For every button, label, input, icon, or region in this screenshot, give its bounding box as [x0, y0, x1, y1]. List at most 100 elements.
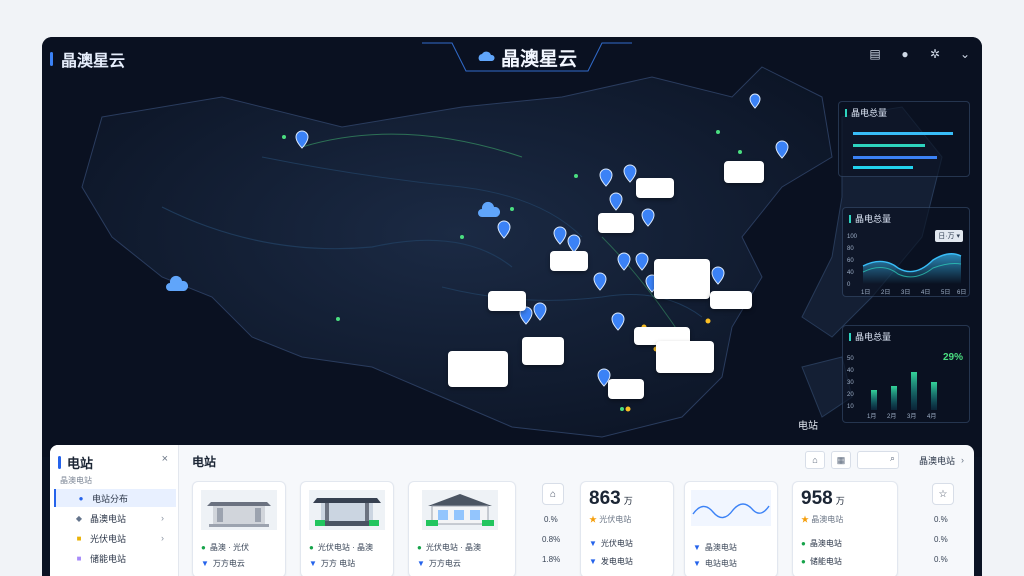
metric-value: 863	[589, 488, 621, 509]
china-map[interactable]	[42, 37, 982, 457]
leaf-icon: ●	[801, 539, 806, 548]
pin-icon: ▼	[309, 559, 317, 568]
svg-text:20: 20	[847, 392, 854, 398]
toolbar-link[interactable]: 晶澳电站	[919, 454, 955, 467]
mini-value: 1.8%	[542, 555, 561, 564]
map-station-card[interactable]	[488, 291, 526, 311]
brand-left-text: 晶澳星云	[61, 53, 126, 70]
pin-icon: ▼	[589, 539, 597, 548]
mini-value: 0.%	[934, 515, 948, 524]
svg-text:80: 80	[847, 246, 854, 252]
sidebar: 电站 × 晶澳电站 ● 电站分布 ◆ 晶澳电站 › ■ 光伏电站 › ■ 储能电…	[50, 445, 179, 576]
sidebar-item-distribution[interactable]: ● 电站分布	[54, 489, 176, 507]
mini-stats-1: ⌂ 0.% 0.8% 1.8%	[524, 481, 574, 576]
svg-text:1日: 1日	[861, 289, 870, 296]
station-card[interactable]: ● 光伏电站 · 晶澳 ▼ 万方 电站	[300, 481, 394, 576]
map-station-card[interactable]	[522, 337, 564, 365]
close-icon[interactable]: ×	[162, 453, 168, 465]
svg-text:60: 60	[847, 258, 854, 264]
svg-text:40: 40	[847, 270, 854, 276]
pin-icon: ▼	[693, 543, 701, 552]
cloud-logo-icon	[478, 51, 495, 61]
svg-text:4日: 4日	[921, 289, 930, 296]
home-icon[interactable]: ⌂	[542, 483, 564, 505]
sidebar-item-pv[interactable]: ■ 光伏电站 ›	[54, 529, 174, 547]
bar-chart: 50 40 30 20 10 1月 2月 3月 4月	[847, 356, 937, 420]
stats-panel-1: 晶电总量	[838, 101, 970, 177]
search-input[interactable]: ⌕	[856, 451, 899, 469]
svg-text:3日: 3日	[901, 289, 910, 296]
brand-left: 晶澳星云	[50, 47, 125, 71]
map-station-card[interactable]	[608, 379, 644, 399]
mini-value: 0.%	[934, 535, 948, 544]
star-icon: ★	[589, 515, 597, 524]
center-title-text: 晶澳星云	[500, 48, 577, 70]
trend-card[interactable]: ▼ 晶澳电站 ▼ 电站电站	[684, 481, 778, 576]
metric-card[interactable]: 958 万 ★ 晶澳电站 ● 晶澳电站 ● 储能电站	[792, 481, 898, 576]
main-title: 电站	[192, 455, 217, 469]
map-station-card[interactable]	[550, 251, 588, 271]
chevron-right-icon: ›	[961, 455, 964, 465]
station-card[interactable]: ● 光伏电站 · 晶澳 ▼ 万方电云	[408, 481, 516, 576]
stats-panel-2: 晶电总量 日·万 ▾ 100 80 60 40 0 1日 2日 3日 4日 5日 6日	[842, 207, 970, 297]
bottom-panel: 电站 × 晶澳电站 ● 电站分布 ◆ 晶澳电站 › ■ 光伏电站 › ■ 储能电…	[50, 445, 974, 576]
map-station-card[interactable]	[636, 178, 674, 198]
map-station-card[interactable]	[654, 259, 710, 299]
svg-text:40: 40	[847, 368, 854, 374]
doc-icon[interactable]: ▤	[868, 47, 882, 61]
map-station-card[interactable]	[710, 291, 752, 309]
pin-icon: ●	[78, 493, 84, 503]
pin-icon: ▼	[201, 559, 209, 568]
leaf-icon: ●	[417, 543, 422, 552]
building-image	[422, 490, 498, 530]
pavilion-image	[309, 490, 385, 530]
map-label: 电站	[798, 421, 818, 432]
sidebar-item-ja[interactable]: ◆ 晶澳电站 ›	[54, 509, 174, 527]
station-card[interactable]: ● 晶澳 · 光伏 ▼ 万方电云	[192, 481, 286, 576]
metric-value: 958	[801, 488, 833, 509]
map-station-card[interactable]	[448, 351, 508, 387]
sidebar-title: 电站	[58, 453, 93, 472]
chevron-right-icon: ›	[161, 533, 164, 543]
progress-line	[853, 166, 913, 169]
shield-icon: ◆	[75, 513, 83, 523]
leaf-icon: ●	[801, 557, 806, 566]
mini-value: 0.%	[544, 515, 558, 524]
svg-text:30: 30	[847, 380, 854, 386]
svg-text:4月: 4月	[927, 413, 936, 420]
area-chart: 100 80 60 40 0 1日 2日 3日 4日 5日 6日	[847, 234, 966, 296]
top-icons: ▤ ● ✲ ⌄	[868, 47, 972, 61]
progress-line	[853, 156, 937, 159]
brand-accent	[50, 52, 53, 66]
gear-icon[interactable]: ✲	[928, 47, 942, 61]
pin-icon: ▼	[417, 559, 425, 568]
search-icon: ⌕	[889, 453, 895, 463]
metric-card[interactable]: 863 万 ★ 光伏电站 ▼ 光伏电站 ▼ 发电电站	[580, 481, 674, 576]
map-station-card[interactable]	[656, 341, 714, 373]
panel-title: 晶电总量	[855, 214, 892, 224]
panel-title: 晶电总量	[851, 108, 888, 118]
chevron-down-icon[interactable]: ⌄	[958, 47, 972, 61]
map-station-card[interactable]	[598, 213, 634, 233]
svg-text:3月: 3月	[907, 413, 916, 420]
leaf-icon: ●	[201, 543, 206, 552]
chevron-right-icon: ›	[161, 513, 164, 523]
globe-icon[interactable]: ●	[898, 47, 912, 61]
svg-text:5日: 5日	[941, 289, 950, 296]
grid-button[interactable]: ▦	[830, 451, 851, 469]
mini-value: 0.8%	[542, 535, 561, 544]
app-window: 晶澳星云 晶澳星云 ▤ ● ✲ ⌄ 晶电总量 晶电总量 日·万 ▾ 100 80…	[42, 37, 982, 576]
svg-text:2月: 2月	[887, 413, 896, 420]
svg-text:100: 100	[847, 234, 858, 240]
stats-panel-3: 晶电总量 29% 50 40 30 20 10 1月 2月 3月 4月	[842, 325, 970, 423]
star-icon: ★	[801, 515, 809, 524]
home-button[interactable]: ⌂	[804, 451, 825, 469]
sidebar-group-label: 晶澳电站	[60, 476, 92, 485]
leaf-icon: ●	[309, 543, 314, 552]
mini-value: 0.%	[934, 555, 948, 564]
map-station-card[interactable]	[724, 161, 764, 183]
svg-text:10: 10	[847, 404, 854, 410]
sidebar-item-storage[interactable]: ■ 储能电站	[54, 549, 174, 567]
star-outline-icon[interactable]: ☆	[932, 483, 954, 505]
solar-icon: ■	[76, 533, 82, 543]
